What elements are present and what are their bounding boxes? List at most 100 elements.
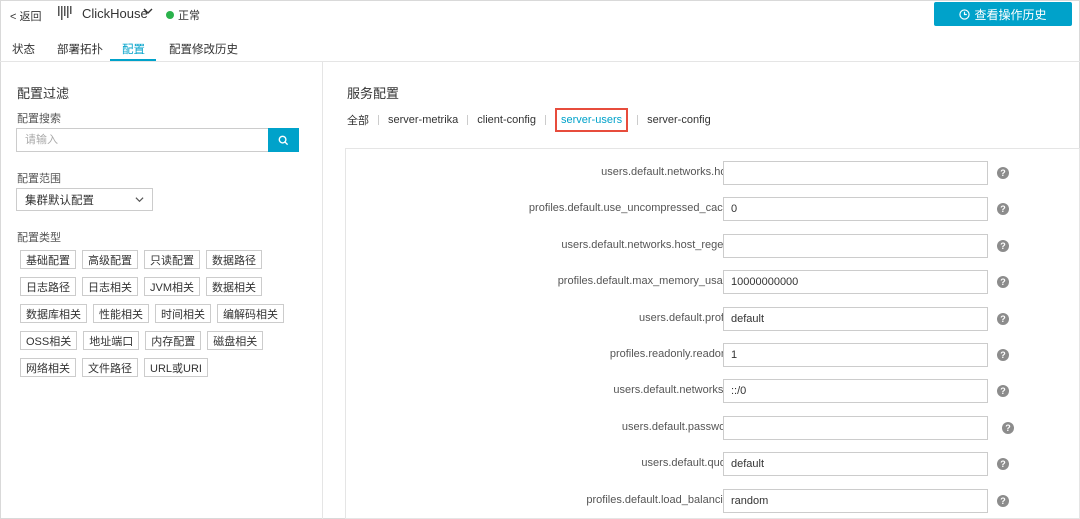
config-value-input[interactable] bbox=[723, 415, 988, 440]
view-history-label: 查看操作历史 bbox=[974, 7, 1047, 22]
config-type-tag[interactable]: 高级配置 bbox=[82, 250, 138, 269]
help-icon[interactable]: ? bbox=[997, 385, 1009, 398]
config-type-tag[interactable]: 基础配置 bbox=[20, 250, 76, 269]
tag-row: 日志路径 日志相关 JVM相关 数据相关 bbox=[20, 277, 310, 296]
tab-topology[interactable]: 部署拓扑 bbox=[57, 41, 103, 57]
config-value-input[interactable] bbox=[723, 452, 988, 477]
config-type-tag[interactable]: 编解码相关 bbox=[217, 304, 284, 323]
config-scope-select[interactable]: 集群默认配置 bbox=[16, 188, 153, 211]
search-label: 配置搜索 bbox=[17, 113, 61, 125]
config-type-tag[interactable]: OSS相关 bbox=[20, 331, 78, 350]
config-type-tag[interactable]: 日志路径 bbox=[20, 277, 76, 296]
config-value-input[interactable] bbox=[723, 197, 988, 222]
help-icon[interactable]: ? bbox=[997, 494, 1009, 507]
config-row: users.default.profile? bbox=[346, 306, 1080, 331]
tag-row: 基础配置 高级配置 只读配置 数据路径 bbox=[20, 250, 310, 269]
service-config-panel: 服务配置 全部 server-metrika client-config server… bbox=[324, 62, 1080, 519]
service-filter-bar: 全部 server-metrika client-config server-user… bbox=[347, 108, 711, 132]
config-row: profiles.readonly.readonly? bbox=[346, 343, 1080, 367]
type-label: 配置类型 bbox=[17, 232, 61, 244]
config-value-input[interactable] bbox=[723, 233, 988, 258]
service-filter-server-metrika[interactable]: server-metrika bbox=[388, 114, 458, 126]
tab-bar: 状态 部署拓扑 配置 配置修改历史 bbox=[0, 34, 1080, 62]
config-value-input[interactable] bbox=[723, 306, 988, 331]
config-type-tag[interactable]: 时间相关 bbox=[155, 304, 211, 323]
config-row: users.default.networks.host? bbox=[346, 161, 1080, 185]
config-type-tags: 基础配置 高级配置 只读配置 数据路径 日志路径 日志相关 JVM相关 数据相关 数据库相关 性能… bbox=[20, 250, 310, 385]
config-value-input[interactable] bbox=[723, 488, 988, 513]
chevron-down-icon[interactable] bbox=[143, 6, 153, 16]
config-value-input[interactable] bbox=[723, 270, 988, 295]
tag-row: 网络相关 文件路径 URL或URI bbox=[20, 358, 310, 377]
config-type-tag[interactable]: 日志相关 bbox=[82, 277, 138, 296]
filter-separator bbox=[637, 115, 639, 125]
config-key: users.default.quota bbox=[641, 457, 735, 470]
config-type-tag[interactable]: 性能相关 bbox=[93, 304, 149, 323]
help-icon[interactable]: ? bbox=[1002, 421, 1014, 434]
config-row: profiles.default.use_uncompressed_cache? bbox=[346, 197, 1080, 222]
service-filter-server-config[interactable]: server-config bbox=[647, 114, 711, 126]
config-row: profiles.default.max_memory_usage? bbox=[346, 270, 1080, 295]
config-type-tag[interactable]: 数据相关 bbox=[206, 277, 262, 296]
active-tab-indicator bbox=[110, 59, 156, 61]
config-search-input[interactable] bbox=[16, 128, 268, 152]
config-type-tag[interactable]: 磁盘相关 bbox=[207, 331, 264, 350]
help-icon[interactable]: ? bbox=[997, 312, 1009, 325]
config-type-tag[interactable]: 数据库相关 bbox=[20, 304, 87, 323]
back-link[interactable]: < 返回 bbox=[10, 8, 41, 24]
filter-separator bbox=[545, 115, 546, 125]
config-key: users.default.profile bbox=[639, 311, 735, 324]
config-row: profiles.default.load_balancing? bbox=[346, 488, 1080, 513]
config-type-tag[interactable]: URL或URI bbox=[144, 358, 208, 377]
config-value-input[interactable] bbox=[723, 379, 988, 404]
view-history-button[interactable]: 查看操作历史 bbox=[934, 2, 1072, 26]
bars-logo-icon bbox=[58, 6, 72, 20]
config-type-tag[interactable]: 地址端口 bbox=[83, 331, 140, 350]
scope-value: 集群默认配置 bbox=[25, 194, 94, 207]
config-type-tag[interactable]: 只读配置 bbox=[144, 250, 200, 269]
status-text: 正常 bbox=[178, 10, 200, 22]
tag-row: OSS相关 地址端口 内存配置 磁盘相关 bbox=[20, 331, 310, 350]
config-key: profiles.default.load_balancing bbox=[586, 493, 735, 506]
service-filter-client-config[interactable]: client-config bbox=[477, 114, 536, 126]
app-name[interactable]: ClickHouse bbox=[82, 6, 148, 21]
config-list: users.default.networks.host? profiles.def… bbox=[345, 148, 1080, 519]
filter-title: 配置过滤 bbox=[17, 86, 70, 101]
config-type-tag[interactable]: JVM相关 bbox=[144, 277, 200, 296]
config-key: users.default.networks.host_regexp bbox=[561, 238, 735, 251]
help-icon[interactable]: ? bbox=[997, 349, 1009, 361]
help-icon[interactable]: ? bbox=[997, 167, 1009, 179]
help-icon[interactable]: ? bbox=[997, 203, 1009, 216]
help-icon[interactable]: ? bbox=[997, 458, 1009, 471]
config-row: users.default.password? bbox=[346, 415, 1080, 440]
tag-row: 数据库相关 性能相关 时间相关 编解码相关 bbox=[20, 304, 310, 323]
config-row: users.default.quota? bbox=[346, 452, 1080, 477]
config-type-tag[interactable]: 文件路径 bbox=[82, 358, 138, 377]
service-filter-server-users[interactable]: server-users bbox=[555, 108, 629, 132]
tab-config-history[interactable]: 配置修改历史 bbox=[169, 41, 238, 57]
search-button[interactable] bbox=[268, 128, 299, 152]
service-filter-all[interactable]: 全部 bbox=[347, 112, 369, 128]
filter-separator bbox=[467, 115, 469, 125]
scope-label: 配置范围 bbox=[17, 173, 61, 185]
status-indicator: 正常 bbox=[166, 7, 200, 23]
chevron-down-icon bbox=[135, 197, 144, 203]
config-key: profiles.default.max_memory_usage bbox=[557, 275, 735, 288]
config-row: users.default.networks.ip? bbox=[346, 379, 1080, 404]
help-icon[interactable]: ? bbox=[997, 276, 1009, 289]
config-value-input[interactable] bbox=[723, 161, 988, 185]
config-row: users.default.networks.host_regexp? bbox=[346, 233, 1080, 258]
top-bar: < 返回 ClickHouse 正常 查看操作历史 bbox=[0, 0, 1080, 30]
config-key: profiles.readonly.readonly bbox=[609, 348, 735, 360]
config-type-tag[interactable]: 内存配置 bbox=[145, 331, 202, 350]
status-dot-icon bbox=[166, 11, 174, 19]
tab-config[interactable]: 配置 bbox=[122, 41, 145, 57]
tab-status[interactable]: 状态 bbox=[12, 41, 35, 57]
config-type-tag[interactable]: 数据路径 bbox=[206, 250, 262, 269]
service-config-title: 服务配置 bbox=[347, 86, 400, 101]
config-type-tag[interactable]: 网络相关 bbox=[20, 358, 76, 377]
config-key: profiles.default.use_uncompressed_cache bbox=[528, 202, 735, 215]
help-icon[interactable]: ? bbox=[997, 239, 1009, 252]
search-icon bbox=[278, 135, 289, 145]
config-value-input[interactable] bbox=[723, 343, 988, 367]
